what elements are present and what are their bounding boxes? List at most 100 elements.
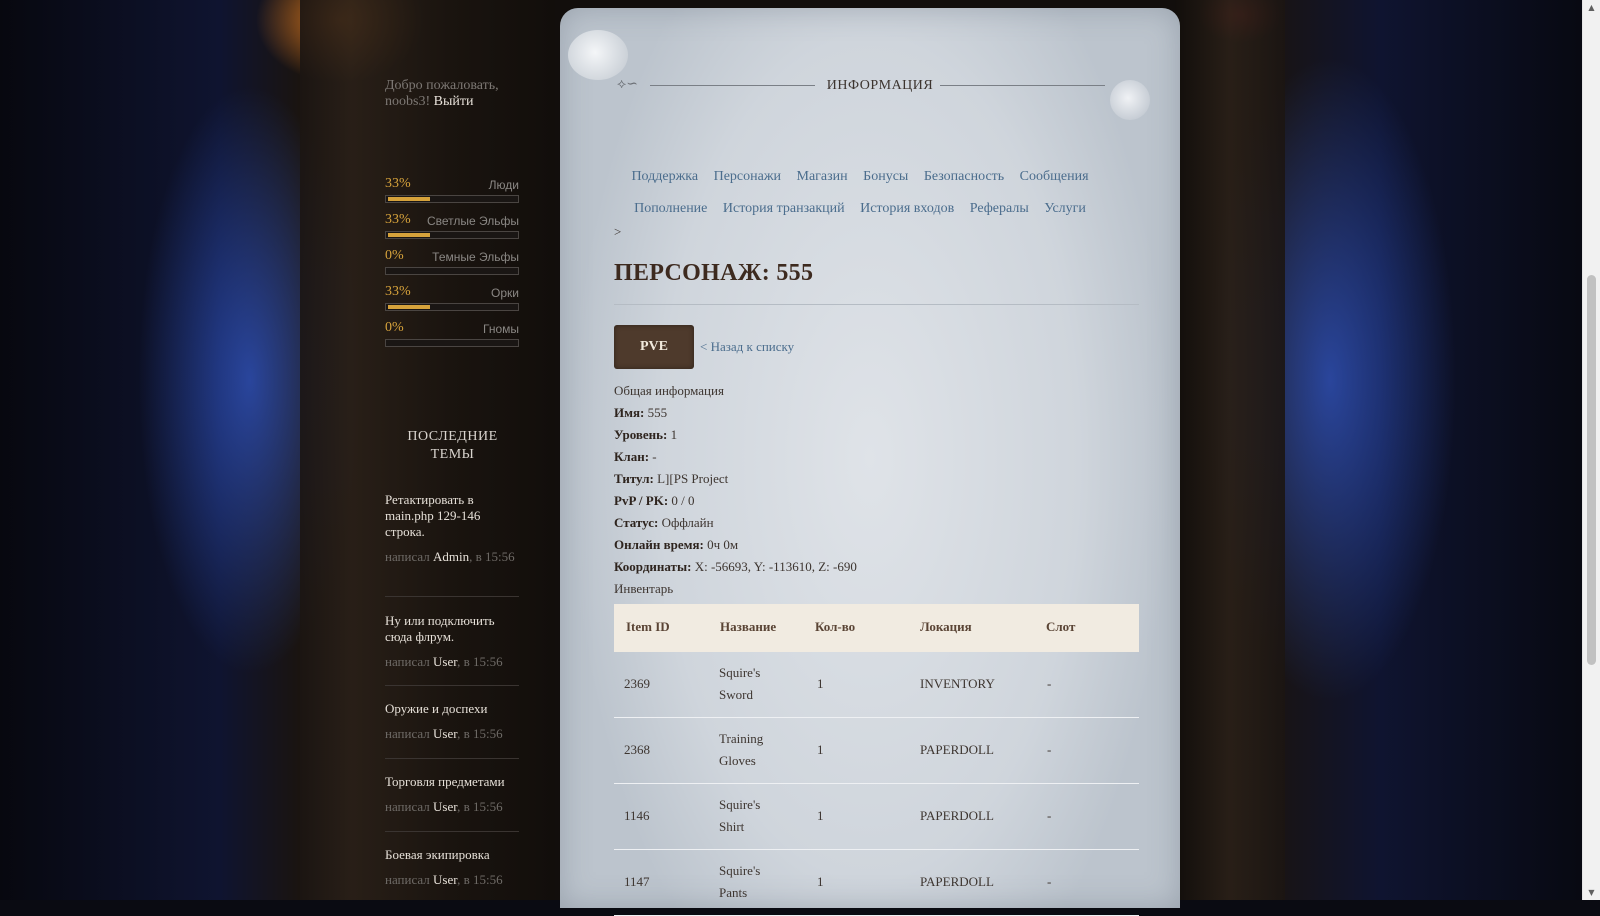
info-value: 1 — [670, 427, 678, 442]
topic-by: написал — [385, 549, 430, 564]
column-header: Локация — [920, 619, 972, 634]
scroll-thumb[interactable] — [1587, 275, 1596, 665]
race-progress — [385, 303, 519, 311]
page-scrollbar[interactable]: ▲ ▼ — [1582, 0, 1600, 900]
character-info: Общая информация Имя: 555 Уровень: 1 Кла… — [614, 380, 1134, 600]
nav-security[interactable]: Безопасность — [924, 169, 1004, 184]
info-label: Титул: — [614, 471, 654, 486]
item-name: Training Gloves — [719, 728, 763, 772]
logout-link[interactable]: Выйти — [434, 94, 474, 109]
nav-shop[interactable]: Магазин — [797, 169, 848, 184]
info-value: - — [652, 449, 657, 464]
nav-bonuses[interactable]: Бонусы — [863, 169, 908, 184]
item-id: 2369 — [624, 676, 650, 691]
info-value: L][PS Project — [657, 471, 729, 486]
scroll-down-icon[interactable]: ▼ — [1583, 885, 1600, 900]
race-percent: 33% — [385, 212, 411, 227]
scroll-curl-icon — [568, 30, 628, 80]
race-progress — [385, 267, 519, 275]
topic-time: , в 15:56 — [469, 549, 515, 564]
info-label: Статус: — [614, 515, 659, 530]
item-id: 1146 — [624, 808, 650, 823]
item-name-line: Gloves — [719, 753, 756, 768]
table-header: Item ID Название Кол-во Локация Слот — [614, 604, 1139, 652]
race-progress — [385, 339, 519, 347]
topic-item[interactable]: Ну или подключить сюда флрум. написал Us… — [385, 613, 519, 670]
topic-title[interactable]: Боевая экипировка — [385, 847, 519, 863]
column-header: Item ID — [626, 619, 670, 634]
topic-item[interactable]: Торговля предметами написал User, в 15:5… — [385, 774, 519, 815]
topic-user[interactable]: User — [433, 799, 457, 814]
item-name-line: Shirt — [719, 819, 745, 834]
topic-title[interactable]: Ретактировать в main.php 129-146 строка. — [385, 492, 519, 540]
item-name-line: Squire's — [719, 797, 761, 812]
topic-user[interactable]: Admin — [433, 549, 469, 564]
welcome-message: Добро пожаловать, noobs3! Выйти — [385, 78, 520, 110]
scroll-up-icon[interactable]: ▲ — [1583, 0, 1600, 15]
topic-user[interactable]: User — [433, 872, 457, 887]
info-value: 555 — [647, 405, 668, 420]
race-percent: 33% — [385, 176, 411, 191]
right-tree-trunk — [1175, 0, 1285, 900]
nav-referrals[interactable]: Рефералы — [970, 201, 1029, 216]
breadcrumb: > — [614, 224, 622, 239]
topic-user[interactable]: User — [433, 726, 457, 741]
topic-by: написал — [385, 654, 430, 669]
table-row: 2369 Squire's Sword 1 INVENTORY - — [614, 652, 1139, 718]
race-percent: 0% — [385, 320, 404, 335]
section-title: ИНФОРМАЦИЯ — [826, 78, 934, 93]
nav-transactions[interactable]: История транзакций — [723, 201, 845, 216]
title-divider — [614, 304, 1139, 305]
item-name: Squire's Sword — [719, 662, 760, 706]
item-name: Squire's Shirt — [719, 794, 760, 838]
info-row-coordinates: Координаты: X: -56693, Y: -113610, Z: -6… — [614, 556, 1134, 578]
race-name: Гномы — [483, 322, 519, 336]
item-name-line: Sword — [719, 687, 753, 702]
info-row-level: Уровень: 1 — [614, 424, 1134, 446]
race-percent: 0% — [385, 248, 404, 263]
page-title: ПЕРСОНАЖ: 555 — [614, 260, 814, 286]
topic-meta: написал Admin, в 15:56 — [385, 549, 519, 565]
nav-messages[interactable]: Сообщения — [1020, 169, 1089, 184]
info-value: 0 / 0 — [671, 493, 695, 508]
back-to-list-link[interactable]: < Назад к списку — [700, 339, 794, 355]
nav-support[interactable]: Поддержка — [631, 169, 698, 184]
table-row: 2368 Training Gloves 1 PAPERDOLL - — [614, 718, 1139, 784]
column-header: Кол-во — [815, 619, 856, 634]
nav-services[interactable]: Услуги — [1044, 201, 1086, 216]
topic-by: написал — [385, 726, 430, 741]
latest-topics-title: ПОСЛЕДНИЕ ТЕМЫ — [407, 429, 498, 462]
race-progress-fill — [388, 197, 430, 201]
item-id: 2368 — [624, 742, 650, 757]
ornament-icon: ⟡∽ — [617, 77, 638, 92]
topic-time: , в 15:56 — [457, 872, 503, 887]
topic-title[interactable]: Ну или подключить сюда флрум. — [385, 613, 519, 645]
scroll-curl-icon — [1110, 80, 1150, 120]
race-progress — [385, 195, 519, 203]
item-location: PAPERDOLL — [920, 874, 994, 889]
info-label: Координаты: — [614, 559, 692, 574]
pve-button[interactable]: PVE — [614, 325, 694, 369]
info-label: Клан: — [614, 449, 650, 464]
topic-item[interactable]: Ретактировать в main.php 129-146 строка.… — [385, 492, 519, 565]
nav-topup[interactable]: Пополнение — [634, 201, 707, 216]
nav-login-history[interactable]: История входов — [860, 201, 954, 216]
topic-meta: написал User, в 15:56 — [385, 799, 519, 815]
topic-title[interactable]: Оружие и доспехи — [385, 701, 519, 717]
topic-meta: написал User, в 15:56 — [385, 654, 519, 670]
item-slot: - — [1047, 874, 1052, 889]
race-name: Темные Эльфы — [432, 250, 519, 264]
item-name: Squire's Pants — [719, 860, 760, 904]
nav-characters[interactable]: Персонажи — [714, 169, 781, 184]
topic-title[interactable]: Торговля предметами — [385, 774, 519, 790]
item-name-line: Training — [719, 731, 764, 746]
topic-item[interactable]: Боевая экипировка написал User, в 15:56 — [385, 847, 519, 888]
topic-item[interactable]: Оружие и доспехи написал User, в 15:56 — [385, 701, 519, 742]
item-qty: 1 — [817, 808, 824, 823]
race-bar-dark-elves: 0% Темные Эльфы — [385, 248, 519, 282]
item-qty: 1 — [817, 676, 824, 691]
topic-user[interactable]: User — [433, 654, 457, 669]
info-row-title: Титул: L][PS Project — [614, 468, 1134, 490]
topic-by: написал — [385, 872, 430, 887]
race-name: Орки — [491, 286, 519, 300]
